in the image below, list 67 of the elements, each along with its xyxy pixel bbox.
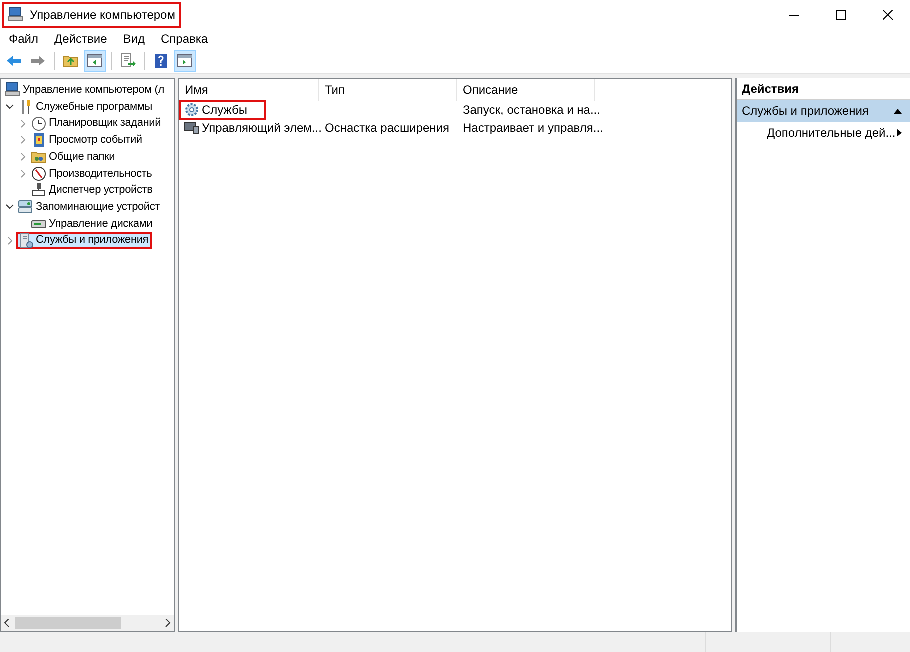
collapsed-chevron-icon[interactable] — [6, 236, 14, 245]
tree-item-label: Планировщик заданий — [49, 116, 162, 132]
maximize-icon[interactable] — [836, 10, 846, 20]
action-pane-icon — [177, 52, 193, 68]
table-cell: Настраивает и управля... — [463, 121, 604, 135]
close-icon[interactable] — [883, 10, 893, 20]
toolbar-button[interactable] — [84, 50, 106, 72]
tree-item-label: Службы и приложения — [36, 233, 149, 248]
clock-icon — [31, 116, 47, 132]
tree-item-label: Просмотр событий — [49, 133, 142, 148]
minimize-icon[interactable] — [789, 14, 799, 16]
scroll-thumb[interactable] — [15, 617, 121, 629]
menu-item[interactable]: Вид — [117, 30, 151, 48]
window-title: Управление компьютером — [30, 7, 176, 24]
tree-item-label: Служебные программы — [36, 100, 152, 115]
computer-icon — [5, 82, 21, 98]
list-item-name: Управляющий элем... — [202, 120, 322, 137]
section-title: Службы и приложения — [742, 103, 869, 120]
menu-item[interactable]: Файл — [3, 30, 45, 48]
tree-pane-icon — [87, 52, 103, 68]
table-cell: Запуск, остановка и на... — [463, 103, 600, 117]
tree-item[interactable]: Запоминающие устройст — [16, 198, 163, 216]
tree-item[interactable]: Службы и приложения — [16, 232, 152, 249]
gauge-icon — [31, 166, 47, 182]
column-header[interactable]: Тип — [319, 79, 457, 101]
tree-item-label: Запоминающие устройст — [36, 200, 160, 215]
menu-item[interactable]: Справка — [155, 30, 214, 48]
server-icon — [18, 232, 34, 249]
tree-item[interactable]: Просмотр событий — [29, 132, 146, 149]
tree-item[interactable]: Планировщик заданий — [29, 115, 164, 132]
expanded-chevron-icon[interactable] — [6, 203, 14, 212]
column-header[interactable]: Описание — [457, 79, 595, 101]
column-header[interactable]: Имя — [179, 79, 319, 101]
action-label: Дополнительные дей... — [767, 125, 896, 142]
tree-item[interactable]: Управление дисками — [29, 216, 156, 232]
toolbar-button[interactable] — [174, 50, 196, 72]
list-item[interactable]: Службы — [179, 100, 266, 120]
tree-item-label: Управление компьютером (л — [23, 83, 164, 98]
scroll-right-icon[interactable] — [165, 619, 171, 627]
help-icon — [153, 52, 169, 68]
list-item-name: Службы — [202, 102, 248, 119]
menu-item[interactable]: Действие — [48, 30, 114, 48]
scroll-left-icon[interactable] — [4, 619, 10, 627]
actions-section-header[interactable]: Службы и приложения — [737, 100, 910, 122]
tree-item[interactable]: Управление компьютером (л — [3, 82, 168, 99]
export-list-icon — [120, 52, 136, 68]
computer-icon — [8, 7, 24, 23]
device-icon — [31, 182, 47, 198]
expanded-chevron-icon[interactable] — [6, 103, 14, 112]
list-item[interactable]: Управляющий элем... — [179, 118, 319, 138]
computer-icon — [184, 120, 200, 136]
tree-item-label: Диспетчер устройств — [49, 183, 153, 198]
tree-item-label: Производительность — [49, 166, 152, 182]
tree-item[interactable]: Диспетчер устройств — [29, 182, 156, 199]
submenu-arrow-icon — [897, 129, 902, 137]
gear-icon — [184, 102, 200, 118]
horizontal-scrollbar[interactable] — [1, 615, 174, 631]
tree-item-label: Общие папки — [49, 150, 116, 165]
tree-item[interactable]: Общие папки — [29, 148, 118, 166]
table-cell: Оснастка расширения — [325, 121, 450, 135]
action-item[interactable]: Дополнительные дей... — [737, 122, 910, 144]
storage-icon — [18, 199, 34, 216]
tree-item[interactable]: Служебные программы — [16, 98, 156, 116]
log-icon — [31, 132, 47, 148]
collapse-triangle-icon[interactable] — [894, 108, 902, 114]
tree-item[interactable]: Производительность — [29, 165, 156, 182]
tree-item-label: Управление дисками — [49, 216, 153, 232]
